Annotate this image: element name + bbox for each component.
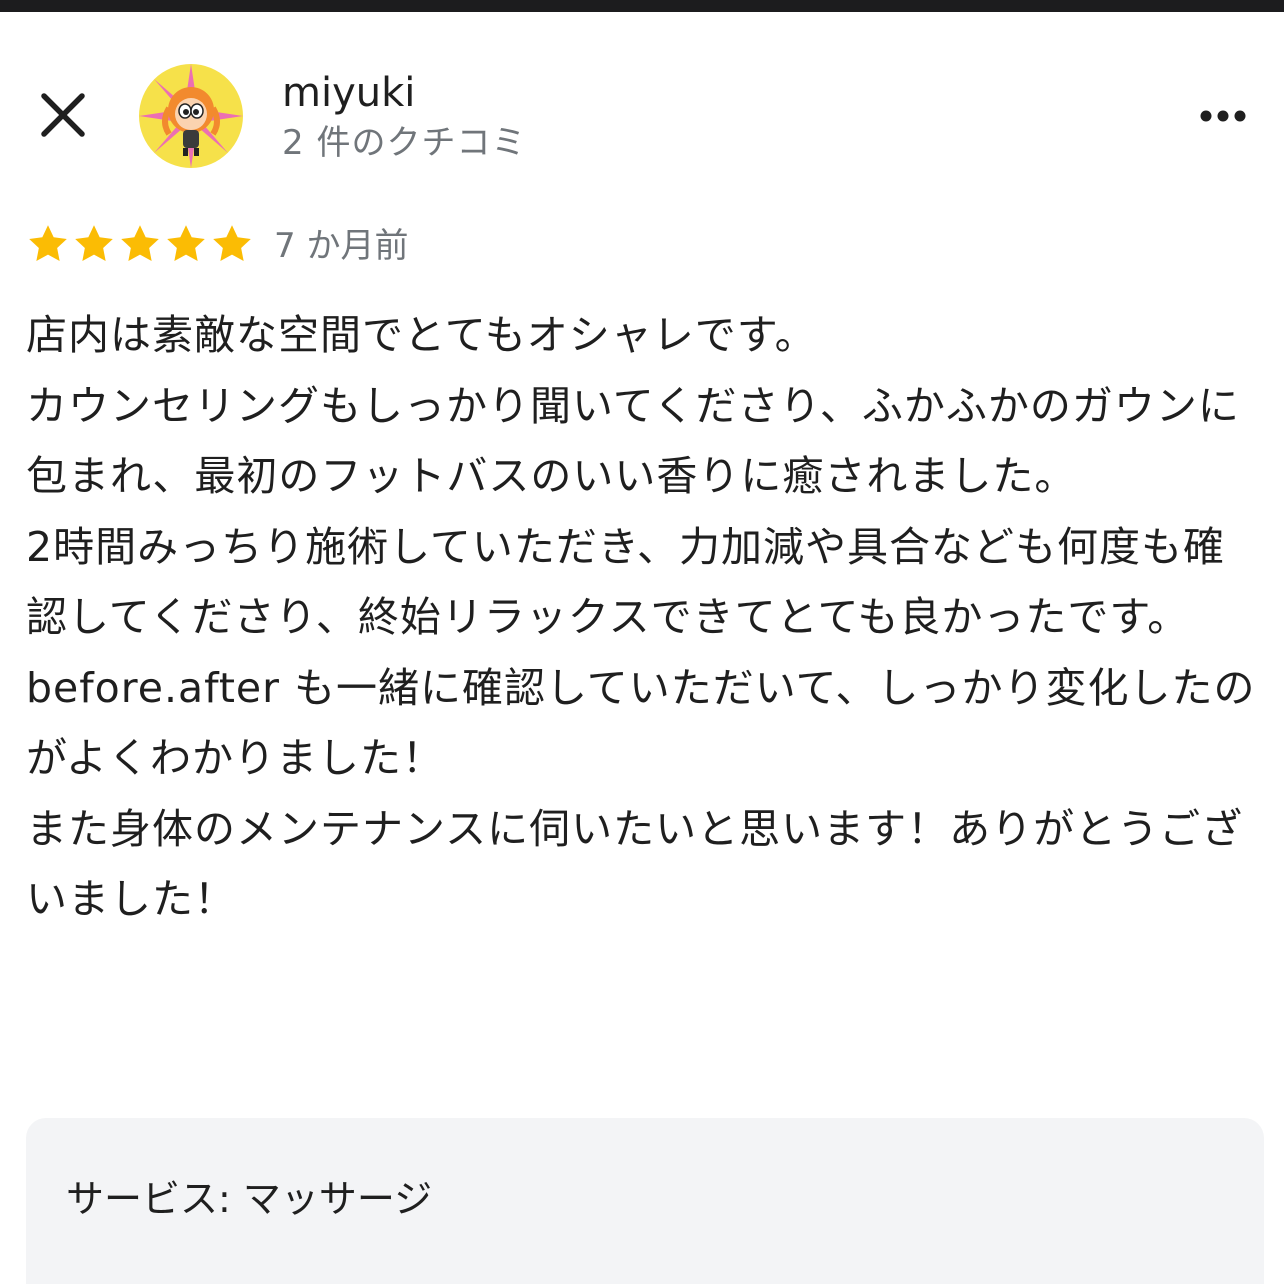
review-paragraph: カウンセリングもしっかり聞いてくださり、ふかふかのガウンに包まれ、最初のフットバ… [26,381,1240,501]
status-bar-edge [0,0,1284,12]
review-text: 店内は素敵な空間でとてもオシャレです。 カウンセリングもしっかり聞いてくださり、… [26,300,1266,935]
review-paragraph: 店内は素敵な空間でとてもオシャレです。 [26,311,817,359]
user-name[interactable]: miyuki [282,68,415,118]
star-icon [167,225,205,261]
service-info: サービス: マッサージ [26,1118,1264,1284]
avatar[interactable] [139,64,243,168]
review-time: 7 か月前 [274,226,409,266]
avatar-image [139,64,243,168]
review-paragraph: before.after も一緒に確認していただいて、しっかり変化したのがよくわ… [26,663,1256,783]
review-paragraph: また身体のメンテナンスに伺いたいと思います！ありがとうございました！ [26,804,1244,924]
star-rating [26,222,254,266]
more-horizontal-icon [1200,110,1246,122]
close-icon [41,93,85,137]
star-icon [75,225,113,261]
close-button[interactable] [28,78,100,150]
star-icon [213,225,251,261]
review-paragraph: 2時間みっちり施術していただき、力加減や具合なども何度も確認してくださり、終始リ… [26,522,1225,642]
star-icon [121,225,159,261]
star-icon [29,225,67,261]
service-label: サービス: マッサージ [66,1177,433,1221]
review-count[interactable]: 2 件のクチコミ [282,120,526,166]
more-options-button[interactable] [1192,92,1256,140]
